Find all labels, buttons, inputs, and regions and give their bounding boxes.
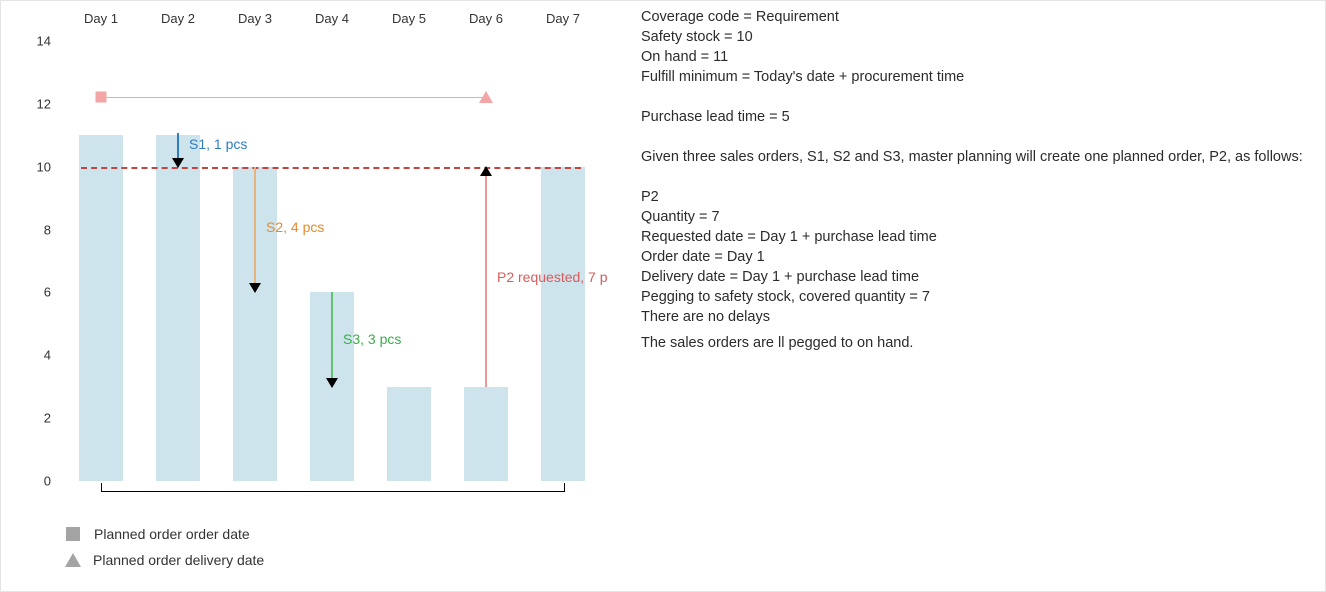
side-line: Pegging to safety stock, covered quantit… [641, 287, 1311, 307]
xlabel-day6: Day 6 [469, 11, 503, 26]
xlabel-day2: Day 2 [161, 11, 195, 26]
side-line: Purchase lead time = 5 [641, 107, 1311, 127]
annotation-s3: S3, 3 pcs [343, 331, 401, 347]
chart-legend: Planned order order date Planned order d… [66, 521, 264, 573]
side-line: Safety stock = 10 [641, 27, 1311, 47]
ylabel-14: 14 [21, 34, 51, 49]
page-root: Day 1 Day 2 Day 3 Day 4 Day 5 Day 6 Day … [0, 0, 1326, 592]
ylabel-0: 0 [21, 474, 51, 489]
legend-delivery-date-label: Planned order delivery date [93, 552, 264, 568]
legend-order-date: Planned order order date [66, 521, 264, 547]
side-line: The sales orders are ll pegged to on han… [641, 333, 1311, 353]
xlabel-day1: Day 1 [84, 11, 118, 26]
side-line: Delivery date = Day 1 + purchase lead ti… [641, 267, 1311, 287]
arrow-s1 [177, 133, 179, 167]
side-explanation: Coverage code = Requirement Safety stock… [641, 7, 1311, 353]
side-line: Order date = Day 1 [641, 247, 1311, 267]
triangle-icon [65, 553, 81, 567]
legend-delivery-date: Planned order delivery date [66, 547, 264, 573]
xlabel-day5: Day 5 [392, 11, 426, 26]
planned-delivery-date-icon [479, 91, 493, 103]
side-line: P2 [641, 187, 1311, 207]
plot-area: 0 2 4 6 8 10 12 14 [61, 41, 601, 481]
square-icon [66, 527, 80, 541]
bar-day1 [79, 135, 123, 481]
ylabel-12: 12 [21, 97, 51, 112]
arrow-s2 [254, 167, 256, 292]
bar-day2 [156, 135, 200, 481]
arrow-s3 [331, 292, 333, 387]
arrow-p2 [485, 167, 487, 387]
side-line: Fulfill minimum = Today's date + procure… [641, 67, 1311, 87]
lead-time-line [101, 97, 486, 98]
side-line: Given three sales orders, S1, S2 and S3,… [641, 147, 1311, 167]
ylabel-8: 8 [21, 223, 51, 238]
bar-day6 [464, 387, 508, 481]
xlabel-day3: Day 3 [238, 11, 272, 26]
side-line: There are no delays [641, 307, 1311, 327]
ylabel-10: 10 [21, 160, 51, 175]
ylabel-2: 2 [21, 411, 51, 426]
side-line: Coverage code = Requirement [641, 7, 1311, 27]
xlabel-day7: Day 7 [546, 11, 580, 26]
xlabel-day4: Day 4 [315, 11, 349, 26]
ylabel-4: 4 [21, 348, 51, 363]
bar-day5 [387, 387, 431, 481]
annotation-s1: S1, 1 pcs [189, 136, 247, 152]
annotation-p2: P2 requested, 7 p [497, 269, 608, 285]
time-bracket [101, 483, 565, 492]
chart-area: Day 1 Day 2 Day 3 Day 4 Day 5 Day 6 Day … [21, 1, 621, 521]
bar-day7 [541, 167, 585, 481]
side-line: On hand = 11 [641, 47, 1311, 67]
annotation-s2: S2, 4 pcs [266, 219, 324, 235]
safety-stock-line [81, 167, 581, 169]
ylabel-6: 6 [21, 285, 51, 300]
legend-order-date-label: Planned order order date [94, 526, 250, 542]
side-line: Requested date = Day 1 + purchase lead t… [641, 227, 1311, 247]
side-line: Quantity = 7 [641, 207, 1311, 227]
planned-order-date-icon [96, 92, 107, 103]
